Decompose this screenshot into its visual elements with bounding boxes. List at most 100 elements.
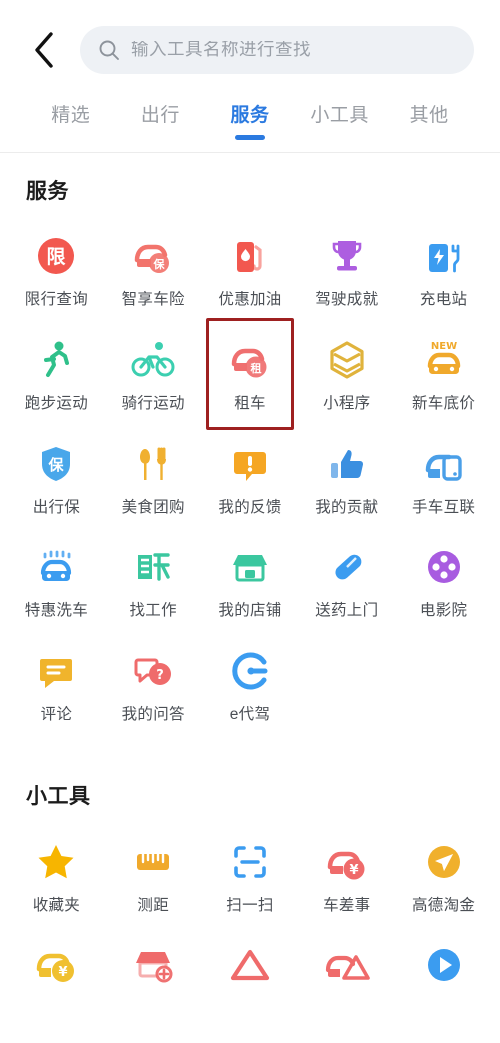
tool-item-label: 测距 [137, 896, 169, 914]
tab-chuxing[interactable]: 出行 [116, 102, 206, 140]
tool-item[interactable]: 找工作 [105, 531, 202, 631]
scan-frame-icon [226, 838, 274, 886]
tool-item[interactable]: 我的反馈 [202, 428, 299, 528]
tool-item[interactable] [395, 929, 492, 1010]
tool-item[interactable]: ¥ 车差事 [298, 826, 395, 926]
play-circle-icon [420, 941, 468, 989]
search-icon [98, 39, 120, 61]
comment-icon [32, 647, 80, 695]
tool-item[interactable] [105, 929, 202, 1010]
tool-item[interactable]: 手车互联 [395, 428, 492, 528]
tab-qita[interactable]: 其他 [384, 102, 474, 140]
tool-item-label: e代驾 [229, 705, 271, 723]
tool-item-label: 收藏夹 [32, 896, 81, 914]
charging-station-icon [420, 232, 468, 280]
tool-item[interactable]: 送药上门 [298, 531, 395, 631]
tab-label: 其他 [409, 105, 449, 126]
section-gap [0, 742, 500, 759]
tool-item-label: 骑行运动 [121, 394, 185, 412]
tool-item[interactable]: 特惠洗车 [8, 531, 105, 631]
thumbs-up-icon [323, 440, 371, 488]
food-groupbuy-icon [129, 440, 177, 488]
tool-item-label: 租车 [234, 394, 266, 412]
tool-grid-fuwu: 限限行查询保智享车险 优惠加油 驾驶成就 充电站 跑步运动 骑行运动租租车 小程序 NEW 新车… [0, 212, 500, 740]
tool-item[interactable]: 充电站 [395, 220, 492, 320]
tool-item[interactable]: 高德淘金 [395, 826, 492, 926]
tool-item[interactable]: 驾驶成就 [298, 220, 395, 320]
tool-item[interactable]: ¥ [8, 929, 105, 1010]
tab-label: 精选 [51, 105, 91, 126]
tool-item[interactable] [202, 929, 299, 1010]
tool-item[interactable]: 限限行查询 [8, 220, 105, 320]
tool-item[interactable]: 优惠加油 [202, 220, 299, 320]
star-icon [32, 838, 80, 886]
mini-program-icon [323, 336, 371, 384]
car-phone-link-icon [420, 440, 468, 488]
tool-item-label: 送药上门 [315, 602, 379, 620]
tab-jingxuan[interactable]: 精选 [26, 102, 116, 140]
tools-scroll-area[interactable]: 服务 限限行查询保智享车险 优惠加油 驾驶成就 充电站 跑步运动 骑行运动租租车 小程序 NE… [0, 153, 500, 1043]
tool-item-label: 充电站 [419, 291, 468, 309]
tool-item[interactable]: 保出行保 [8, 428, 105, 528]
tool-item[interactable]: 我的贡献 [298, 428, 395, 528]
svg-text:?: ? [156, 668, 164, 683]
tab-label: 服务 [230, 105, 270, 126]
tab-xiaogongju[interactable]: 小工具 [295, 102, 385, 140]
tool-item[interactable]: e代驾 [202, 635, 299, 735]
tool-item-label: 高德淘金 [411, 896, 476, 914]
trophy-icon [323, 232, 371, 280]
tool-item[interactable]: 电影院 [395, 531, 492, 631]
svg-text:保: 保 [48, 456, 65, 474]
tool-item[interactable]: 骑行运动 [105, 324, 202, 424]
tool-item-label: 扫一扫 [226, 896, 274, 914]
tool-item[interactable]: 保智享车险 [105, 220, 202, 320]
tools-page: 输入工具名称进行查找 精选 出行 服务 小工具 其他 服务 限限行查询 保 智享… [0, 0, 500, 1043]
tool-item[interactable]: NEW 新车底价 [395, 324, 492, 424]
car-errand-icon: ¥ [323, 838, 371, 886]
tool-item[interactable]: 测距 [105, 826, 202, 926]
chevron-left-icon [31, 30, 57, 70]
tool-item-label: 出行保 [32, 498, 81, 516]
restriction-badge-icon: 限 [32, 232, 80, 280]
search-placeholder: 输入工具名称进行查找 [131, 41, 311, 59]
tool-item[interactable]: 评论 [8, 635, 105, 735]
tool-item-label: 我的贡献 [315, 498, 379, 516]
tool-item[interactable]: 租租车 [202, 318, 299, 430]
tab-fuwu[interactable]: 服务 [205, 102, 295, 140]
fuel-pump-icon [226, 232, 274, 280]
tool-item[interactable]: 我的店铺 [202, 531, 299, 631]
section-xiaogongju: 小工具 收藏夹 测距 扫一扫 ¥ 车差事 高德淘金 ¥ [0, 758, 500, 1018]
back-button[interactable] [22, 24, 66, 76]
tool-item[interactable]: ? 我的问答 [105, 635, 202, 735]
tool-item[interactable] [298, 929, 395, 1010]
warning-triangle-icon [226, 941, 274, 989]
tool-item[interactable]: 跑步运动 [8, 324, 105, 424]
car-coin-icon: ¥ [32, 941, 80, 989]
tool-item-label: 电影院 [419, 602, 468, 620]
gold-paperplane-icon [420, 838, 468, 886]
qa-bubbles-icon: ? [129, 647, 177, 695]
tool-item[interactable]: 美食团购 [105, 428, 202, 528]
tool-item[interactable]: 小程序 [298, 324, 395, 424]
tool-item-label: 智享车险 [121, 291, 185, 309]
tab-label: 出行 [140, 105, 180, 126]
tab-underline [234, 134, 265, 140]
tool-item-label: 驾驶成就 [315, 291, 379, 309]
tool-item-label: 车差事 [323, 896, 371, 914]
section-title: 小工具 [26, 785, 91, 809]
feedback-bubble-icon [226, 440, 274, 488]
shield-insurance-icon: 保 [32, 440, 80, 488]
edaijia-icon [226, 647, 274, 695]
svg-text:租: 租 [250, 362, 261, 375]
cycling-icon [129, 336, 177, 384]
job-hiring-icon [129, 543, 177, 591]
tool-item[interactable]: 收藏夹 [8, 826, 105, 926]
tool-item-label: 我的反馈 [218, 498, 282, 516]
svg-text:¥: ¥ [349, 863, 358, 878]
tool-item-label: 跑步运动 [24, 394, 88, 412]
tool-item[interactable]: 扫一扫 [202, 826, 299, 926]
tool-item-label: 评论 [40, 705, 73, 723]
new-car-price-icon: NEW [420, 336, 468, 384]
search-input[interactable]: 输入工具名称进行查找 [80, 26, 474, 74]
running-person-icon [32, 336, 80, 384]
